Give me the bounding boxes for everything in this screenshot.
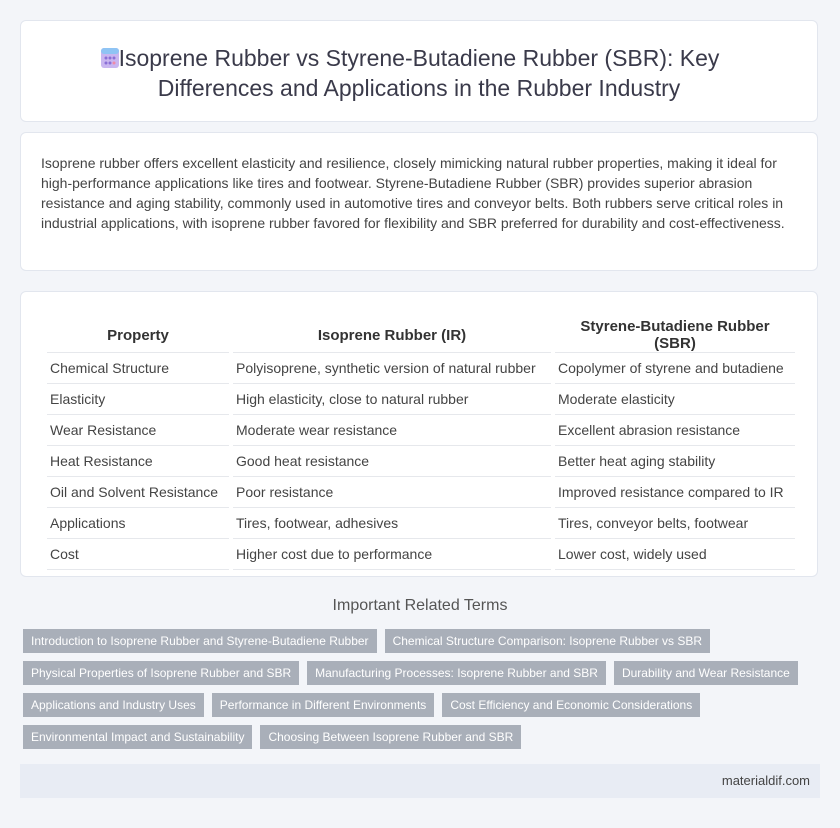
cell-sbr: Tires, conveyor belts, footwear <box>555 508 795 539</box>
related-term-tag[interactable]: Choosing Between Isoprene Rubber and SBR <box>260 725 522 749</box>
related-term-tag[interactable]: Durability and Wear Resistance <box>613 661 798 685</box>
table-row: Chemical Structure Polyisoprene, synthet… <box>47 353 795 384</box>
header-sbr: Styrene-Butadiene Rubber (SBR) <box>555 316 795 353</box>
cell-sbr: Improved resistance compared to IR <box>555 477 795 508</box>
table-row: Oil and Solvent Resistance Poor resistan… <box>47 477 795 508</box>
footer-site-link[interactable]: materialdif.com <box>722 773 810 788</box>
header-property: Property <box>47 316 229 353</box>
table-row: Heat Resistance Good heat resistance Bet… <box>47 446 795 477</box>
related-term-tag[interactable]: Applications and Industry Uses <box>23 693 204 717</box>
related-term-tag[interactable]: Introduction to Isoprene Rubber and Styr… <box>23 629 377 653</box>
cell-isoprene: Tires, footwear, adhesives <box>233 508 551 539</box>
related-term-tag[interactable]: Physical Properties of Isoprene Rubber a… <box>23 661 300 685</box>
table-row: Applications Tires, footwear, adhesives … <box>47 508 795 539</box>
cell-isoprene: Good heat resistance <box>233 446 551 477</box>
table-row: Cost Higher cost due to performance Lowe… <box>47 539 795 570</box>
comparison-table: Property Isoprene Rubber (IR) Styrene-Bu… <box>43 316 799 570</box>
intro-paragraph: Isoprene rubber offers excellent elastic… <box>41 155 785 231</box>
cell-isoprene: Polyisoprene, synthetic version of natur… <box>233 353 551 384</box>
cell-property: Wear Resistance <box>47 415 229 446</box>
cell-property: Chemical Structure <box>47 353 229 384</box>
related-terms-title: Important Related Terms <box>332 597 508 614</box>
cell-property: Applications <box>47 508 229 539</box>
cell-property: Oil and Solvent Resistance <box>47 477 229 508</box>
related-term-tag[interactable]: Performance in Different Environments <box>211 693 435 717</box>
table-row: Wear Resistance Moderate wear resistance… <box>47 415 795 446</box>
comparison-table-card: Property Isoprene Rubber (IR) Styrene-Bu… <box>20 291 818 577</box>
related-term-tag[interactable]: Chemical Structure Comparison: Isoprene … <box>384 629 711 653</box>
cell-sbr: Better heat aging stability <box>555 446 795 477</box>
related-term-tag[interactable]: Manufacturing Processes: Isoprene Rubber… <box>307 661 606 685</box>
table-header-row: Property Isoprene Rubber (IR) Styrene-Bu… <box>47 316 795 353</box>
related-term-tag[interactable]: Cost Efficiency and Economic Considerati… <box>442 693 701 717</box>
cell-sbr: Lower cost, widely used <box>555 539 795 570</box>
page-title: Isoprene Rubber vs Styrene-Butadiene Rub… <box>118 45 720 101</box>
cell-sbr: Excellent abrasion resistance <box>555 415 795 446</box>
header-isoprene: Isoprene Rubber (IR) <box>233 316 551 353</box>
cell-property: Heat Resistance <box>47 446 229 477</box>
intro-card: Isoprene rubber offers excellent elastic… <box>20 132 818 271</box>
title-card: Isoprene Rubber vs Styrene-Butadiene Rub… <box>20 20 818 122</box>
related-terms-list: Introduction to Isoprene Rubber and Styr… <box>23 629 803 749</box>
cell-property: Elasticity <box>47 384 229 415</box>
cell-isoprene: Higher cost due to performance <box>233 539 551 570</box>
cell-sbr: Copolymer of styrene and butadiene <box>555 353 795 384</box>
cell-isoprene: Moderate wear resistance <box>233 415 551 446</box>
cell-property: Cost <box>47 539 229 570</box>
table-row: Elasticity High elasticity, close to nat… <box>47 384 795 415</box>
related-term-tag[interactable]: Environmental Impact and Sustainability <box>23 725 253 749</box>
footer: materialdif.com <box>20 764 820 798</box>
cell-sbr: Moderate elasticity <box>555 384 795 415</box>
cell-isoprene: High elasticity, close to natural rubber <box>233 384 551 415</box>
cell-isoprene: Poor resistance <box>233 477 551 508</box>
